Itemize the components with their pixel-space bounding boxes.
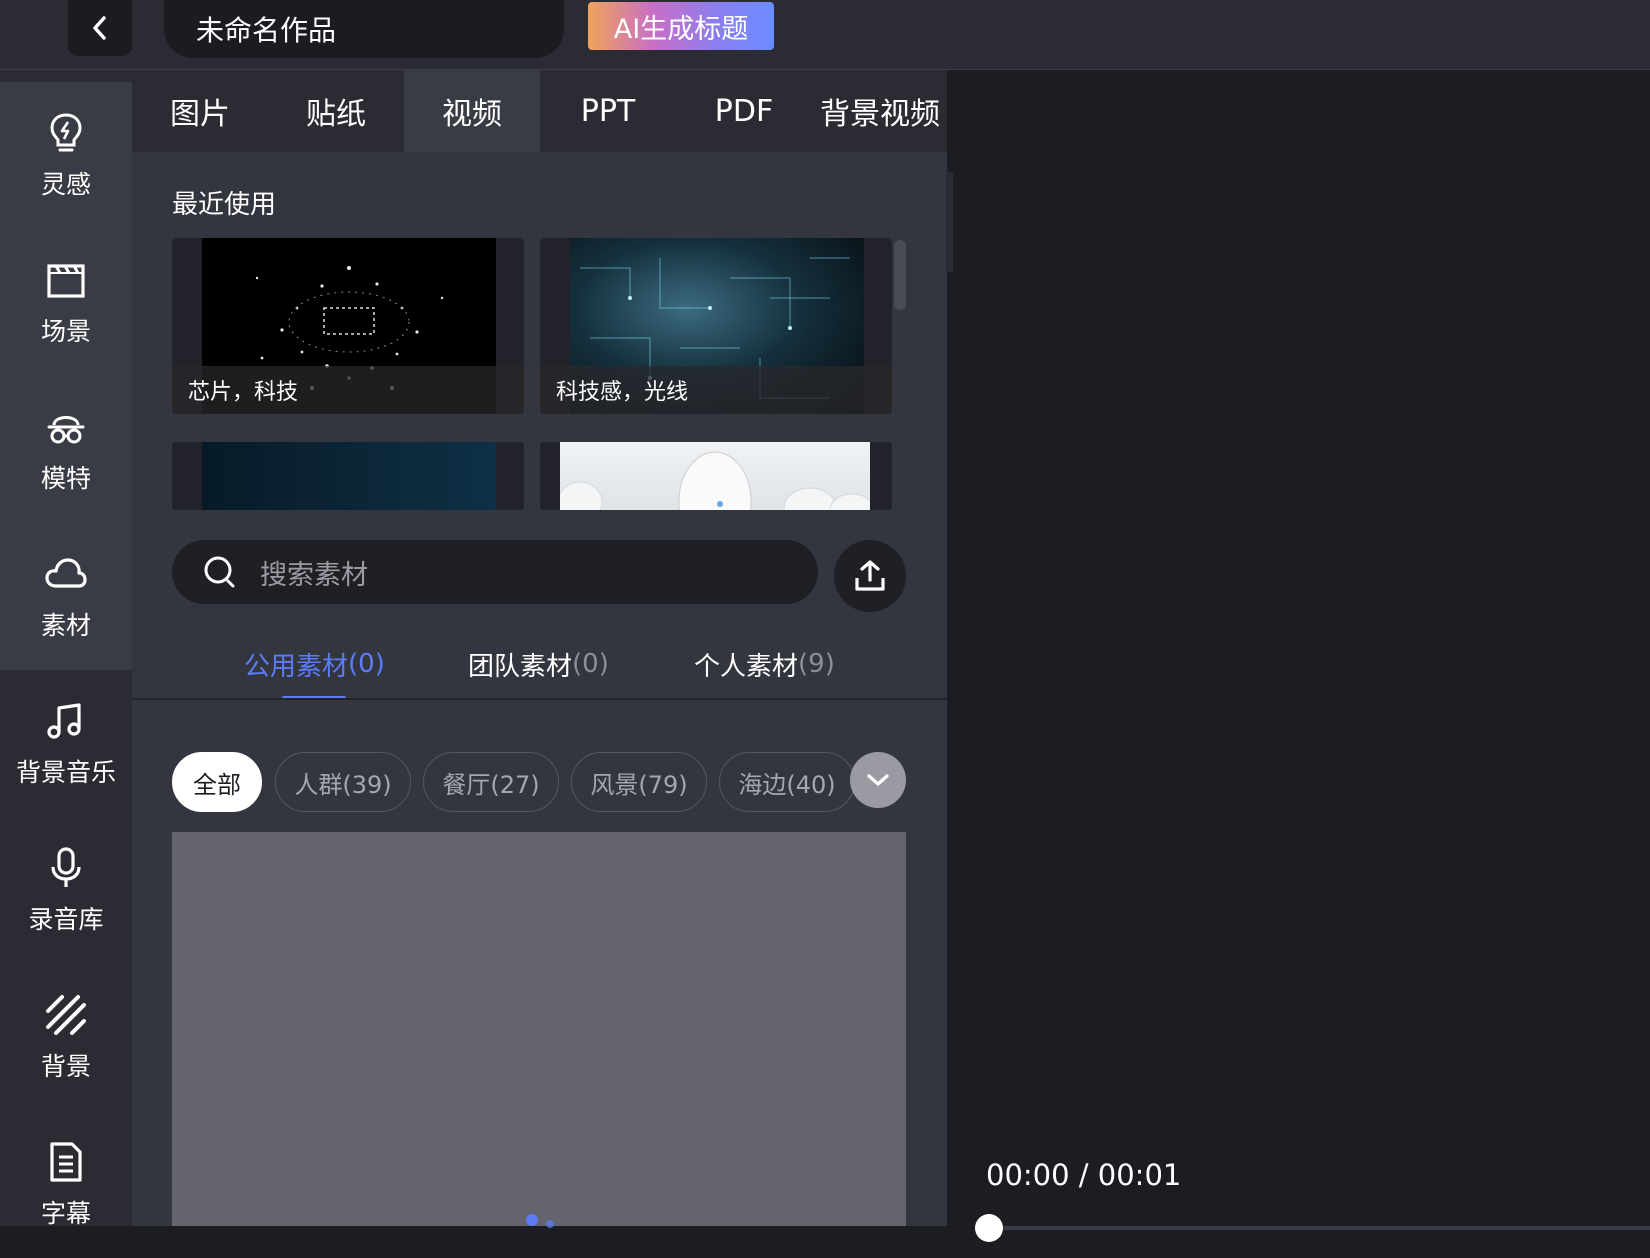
sidebar-item-label: 模特 <box>40 463 91 493</box>
sidebar-item-bgm[interactable]: 背景音乐 <box>0 670 132 817</box>
tab-personal-material[interactable]: 个人素材 (9) <box>694 640 835 688</box>
video-preview-image <box>557 442 875 510</box>
chevron-left-icon <box>93 16 106 40</box>
tab-image[interactable]: 图片 <box>132 70 268 152</box>
sidebar-item-inspiration[interactable]: 灵感 <box>0 82 132 229</box>
top-bar: 未命名作品 AI生成标题 <box>0 0 1650 70</box>
material-panel: 图片 贴纸 视频 PPT PDF 背景视频 最近使用 芯片，科技 科技感，光线 … <box>132 70 947 1228</box>
left-sidebar: 灵感 场景 模特 素材 背景音乐 录音库 背景 字幕 <box>0 70 132 1228</box>
recent-video-thumb[interactable]: 科技感，光线 <box>540 238 892 414</box>
recent-video-thumb[interactable] <box>540 442 892 510</box>
sidebar-item-background[interactable]: 背景 <box>0 964 132 1111</box>
tab-sticker[interactable]: 贴纸 <box>268 70 404 152</box>
tab-label: 个人素材 <box>694 651 799 682</box>
sidebar-item-subtitle[interactable]: 字幕 <box>0 1111 132 1258</box>
sidebar-item-recording[interactable]: 录音库 <box>0 817 132 964</box>
sidebar-item-label: 背景 <box>40 1051 91 1081</box>
project-title-text: 未命名作品 <box>196 14 337 47</box>
loading-dot <box>526 1214 538 1226</box>
category-chip-restaurant[interactable]: 餐厅(27) <box>423 752 559 812</box>
tab-label: 团队素材 <box>468 651 573 682</box>
search-icon <box>204 556 235 588</box>
category-chip-crowd[interactable]: 人群(39) <box>275 752 411 812</box>
chevron-down-icon <box>867 774 889 786</box>
recent-video-thumb[interactable] <box>172 442 524 510</box>
category-chip-all[interactable]: 全部 <box>172 752 262 812</box>
tab-video[interactable]: 视频 <box>404 70 540 152</box>
loading-dot <box>546 1220 554 1228</box>
search-placeholder: 搜索素材 <box>260 559 368 591</box>
clapperboard-icon <box>47 263 85 298</box>
sidebar-item-label: 字幕 <box>40 1198 91 1228</box>
divider <box>132 698 947 700</box>
timecode: 00:00 / 00:01 <box>986 1158 1182 1192</box>
upload-icon <box>855 560 885 591</box>
sidebar-item-label: 背景音乐 <box>15 757 116 787</box>
media-type-tabs: 图片 贴纸 视频 PPT PDF 背景视频 <box>132 70 947 152</box>
background-stripes-icon <box>46 994 86 1035</box>
project-title-input[interactable]: 未命名作品 <box>164 0 564 58</box>
sidebar-item-label: 素材 <box>40 610 91 640</box>
category-chip-scenery[interactable]: 风景(79) <box>571 752 707 812</box>
model-icon <box>47 415 85 443</box>
sidebar-item-label: 灵感 <box>40 169 91 199</box>
video-preview-image <box>202 442 496 510</box>
document-icon <box>50 1141 82 1182</box>
recent-video-thumb[interactable]: 芯片，科技 <box>172 238 524 414</box>
tab-count: (0) <box>348 649 385 679</box>
video-preview-area: 00:00 / 00:01 <box>953 72 1650 1242</box>
sidebar-item-model[interactable]: 模特 <box>0 376 132 523</box>
sidebar-item-label: 录音库 <box>28 904 104 934</box>
sidebar-item-material[interactable]: 素材 <box>0 523 132 670</box>
microphone-icon <box>51 846 81 887</box>
back-button[interactable] <box>68 0 132 56</box>
search-input[interactable]: 搜索素材 <box>172 540 818 604</box>
recent-video-caption: 芯片，科技 <box>172 366 524 414</box>
material-grid-loading <box>172 832 906 1228</box>
tab-team-material[interactable]: 团队素材 (0) <box>468 640 609 688</box>
cloud-icon <box>45 557 87 588</box>
tab-label: 公用素材 <box>244 651 349 682</box>
recent-video-caption: 科技感，光线 <box>540 366 892 414</box>
recent-title: 最近使用 <box>172 190 277 220</box>
lightbulb-icon <box>50 112 82 151</box>
tab-pdf[interactable]: PDF <box>676 70 812 152</box>
tab-background-video[interactable]: 背景视频 <box>812 70 948 152</box>
music-note-icon <box>47 702 81 739</box>
sidebar-item-scene[interactable]: 场景 <box>0 229 132 376</box>
sidebar-item-label: 场景 <box>40 316 91 346</box>
category-chip-seaside[interactable]: 海边(40) <box>719 752 855 812</box>
tab-public-material[interactable]: 公用素材 (0) <box>244 640 385 688</box>
tab-count: (9) <box>798 649 835 679</box>
progress-knob[interactable] <box>975 1214 1003 1242</box>
tab-ppt[interactable]: PPT <box>540 70 676 152</box>
category-expand-button[interactable] <box>850 752 906 808</box>
progress-track[interactable] <box>975 1226 1650 1230</box>
tab-count: (0) <box>572 649 609 679</box>
recent-scrollbar[interactable] <box>894 240 906 310</box>
ai-generate-title-button[interactable]: AI生成标题 <box>588 2 774 50</box>
upload-button[interactable] <box>834 540 906 612</box>
